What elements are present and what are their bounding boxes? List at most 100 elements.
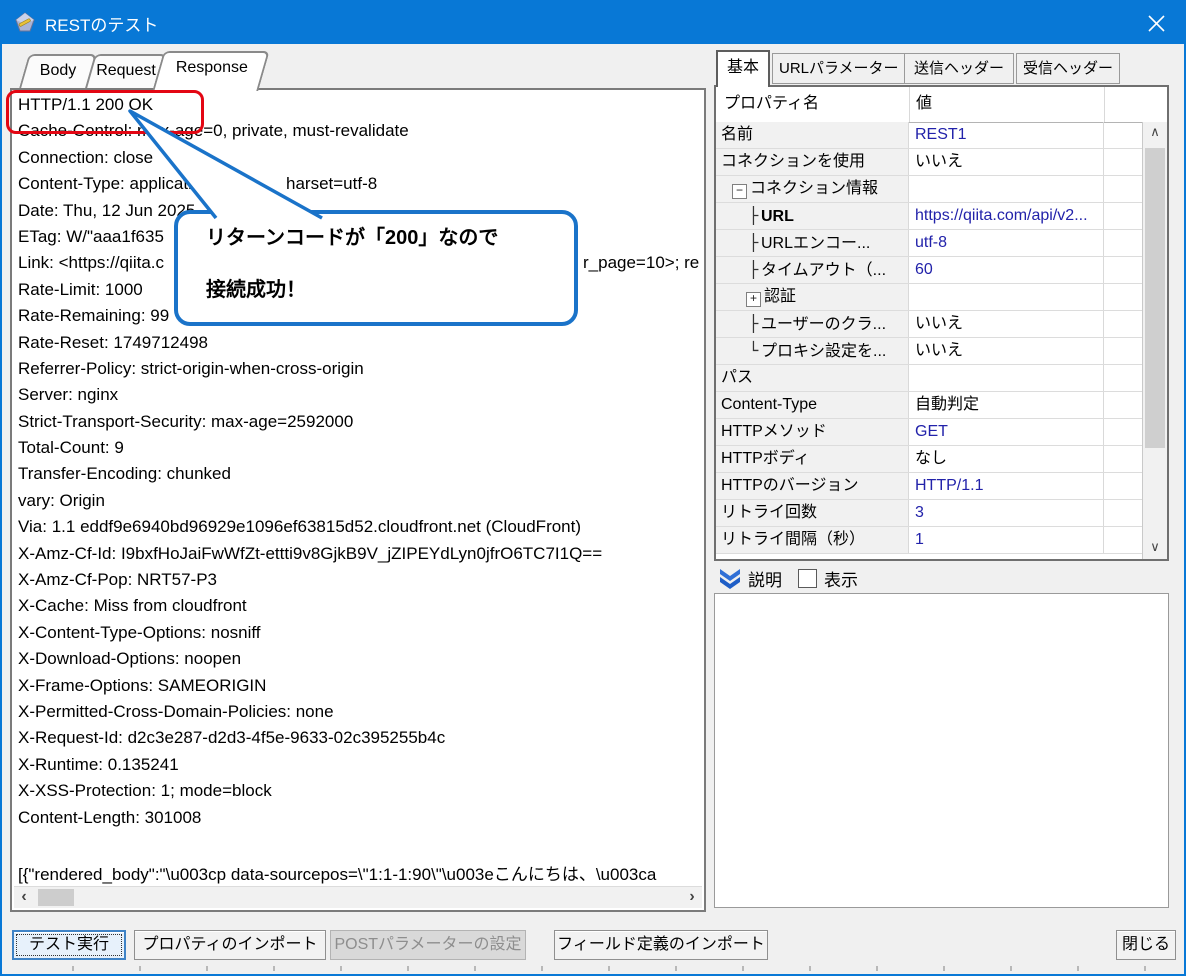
table-row[interactable]: コネクションを使用いいえ	[716, 149, 1143, 176]
response-line: Transfer-Encoding: chunked	[18, 464, 702, 490]
property-value[interactable]	[910, 365, 1104, 391]
property-value[interactable]: HTTP/1.1	[910, 473, 1104, 499]
properties-panel: 基本 URLパラメーター 送信ヘッダー 受信ヘッダー プロパティ名 値 名前RE…	[714, 44, 1169, 912]
tab-receive-headers[interactable]: 受信ヘッダー	[1016, 53, 1120, 84]
property-value[interactable]: REST1	[910, 122, 1104, 148]
table-row[interactable]: HTTPメソッド GET	[716, 419, 1143, 446]
tab-url-parameters[interactable]: URLパラメーター	[772, 53, 906, 84]
response-line: Referrer-Policy: strict-origin-when-cros…	[18, 359, 702, 385]
close-button[interactable]	[1132, 2, 1180, 44]
scroll-left-icon[interactable]: ‹	[14, 887, 34, 908]
table-row[interactable]: −コネクション情報	[716, 176, 1143, 203]
property-name-cell: Content-Type	[716, 392, 909, 418]
property-name-cell: パス	[716, 365, 909, 391]
table-row[interactable]: ├URLhttps://qiita.com/api/v2...	[716, 203, 1143, 230]
property-value[interactable]: いいえ	[910, 338, 1104, 364]
property-name: リトライ回数	[721, 504, 817, 521]
table-row[interactable]: リトライ回数 3	[716, 500, 1143, 527]
table-row[interactable]: リトライ間隔（秒）1	[716, 527, 1143, 554]
property-name-cell: └プロキシ設定を...	[716, 338, 909, 364]
property-value[interactable]: 1	[910, 527, 1104, 553]
tab-response[interactable]: Response	[152, 51, 269, 91]
property-name: タイムアウト（...	[761, 262, 886, 279]
table-row[interactable]: +認証	[716, 284, 1143, 311]
table-row[interactable]: パス	[716, 365, 1143, 392]
table-row[interactable]: HTTPボディなし	[716, 446, 1143, 473]
property-name: プロキシ設定を...	[761, 343, 886, 360]
scroll-up-icon[interactable]: ∧	[1143, 122, 1167, 144]
property-name-cell: 名前	[716, 122, 909, 148]
response-line: X-Cache: Miss from cloudfront	[18, 596, 702, 622]
property-name: パス	[721, 369, 753, 386]
response-line: Cache-Control: max-age=0, private, must-…	[18, 121, 702, 147]
property-name-cell: +認証	[716, 284, 909, 310]
property-name: 名前	[721, 126, 753, 143]
tree-line-icon: ├	[746, 230, 761, 256]
description-textarea[interactable]	[714, 593, 1169, 908]
tab-send-headers[interactable]: 送信ヘッダー	[904, 53, 1014, 84]
row-end-cell	[1105, 446, 1143, 472]
property-value[interactable]: 60	[910, 257, 1104, 283]
tree-line-icon: └	[746, 338, 761, 364]
table-row[interactable]: ├タイムアウト（...60	[716, 257, 1143, 284]
response-line: Via: 1.1 eddf9e6940bd96929e1096ef63815d5…	[18, 517, 702, 543]
import-field-definitions-button[interactable]: フィールド定義のインポート	[554, 930, 768, 960]
property-name: URLエンコー...	[761, 235, 870, 252]
app-icon	[14, 12, 36, 34]
property-value[interactable]: utf-8	[910, 230, 1104, 256]
double-chevron-down-icon[interactable]	[718, 569, 742, 589]
response-line: vary: Origin	[18, 491, 702, 517]
table-row[interactable]: Content-Type自動判定	[716, 392, 1143, 419]
response-line: Rate-Reset: 1749712498	[18, 333, 702, 359]
property-value[interactable]: 自動判定	[910, 392, 1104, 418]
property-name-cell: ├URL	[716, 203, 909, 229]
tree-line-icon: ├	[746, 311, 761, 337]
close-dialog-button[interactable]: 閉じる	[1116, 930, 1176, 960]
property-value[interactable]: GET	[910, 419, 1104, 445]
horizontal-scrollbar[interactable]: ‹ ›	[14, 886, 702, 908]
property-value[interactable]: いいえ	[910, 149, 1104, 175]
property-name-cell: ├ユーザーのクラ...	[716, 311, 909, 337]
row-end-cell	[1105, 149, 1143, 175]
row-end-cell	[1105, 365, 1143, 391]
property-value[interactable]	[910, 284, 1104, 310]
vertical-scrollbar-thumb[interactable]	[1145, 148, 1165, 448]
property-value[interactable]: 3	[910, 500, 1104, 526]
expand-icon[interactable]: +	[746, 292, 761, 307]
response-line: X-Amz-Cf-Id: I9bxfHoJaiFwWfZt-ettti9v8Gj…	[18, 544, 702, 570]
response-line: HTTP/1.1 200 OK	[18, 95, 702, 121]
response-line: X-Permitted-Cross-Domain-Policies: none	[18, 702, 702, 728]
table-row[interactable]: ├ユーザーのクラ...いいえ	[716, 311, 1143, 338]
description-header: 説明 表示	[714, 565, 858, 592]
vertical-scrollbar[interactable]: ∧ ∨	[1142, 122, 1167, 559]
ruler-ticks	[72, 966, 1174, 971]
row-end-cell	[1105, 338, 1143, 364]
property-name-cell: リトライ間隔（秒）	[716, 527, 909, 553]
response-line: X-XSS-Protection: 1; mode=block	[18, 781, 702, 807]
collapse-icon[interactable]: −	[732, 184, 747, 199]
property-value[interactable]: なし	[910, 446, 1104, 472]
horizontal-scrollbar-thumb[interactable]	[38, 889, 74, 906]
scroll-right-icon[interactable]: ›	[682, 887, 702, 908]
property-name: コネクション情報	[750, 180, 878, 197]
tab-body[interactable]: Body	[19, 54, 97, 88]
property-value[interactable]	[910, 176, 1104, 202]
tab-basic[interactable]: 基本	[716, 50, 770, 87]
response-line: Strict-Transport-Security: max-age=25920…	[18, 412, 702, 438]
property-name: HTTPメソッド	[721, 423, 827, 440]
window-title: RESTのテスト	[45, 11, 158, 36]
show-checkbox[interactable]	[798, 569, 817, 588]
table-row[interactable]: HTTPのバージョンHTTP/1.1	[716, 473, 1143, 500]
run-test-button[interactable]: テスト実行	[12, 930, 126, 960]
title-bar: RESTのテスト	[2, 2, 1184, 44]
import-properties-button[interactable]: プロパティのインポート	[134, 930, 326, 960]
property-value[interactable]: https://qiita.com/api/v2...	[910, 203, 1104, 229]
column-header-name: プロパティ名	[724, 87, 819, 121]
dialog-body: Body Request Response HTTP/1.1 200 OKCac…	[2, 44, 1184, 974]
table-row[interactable]: └プロキシ設定を...いいえ	[716, 338, 1143, 365]
set-post-parameters-button[interactable]: POSTパラメーターの設定	[330, 930, 526, 960]
scroll-down-icon[interactable]: ∨	[1143, 537, 1167, 559]
table-row[interactable]: 名前 REST1	[716, 122, 1143, 149]
table-row[interactable]: ├URLエンコー... utf-8	[716, 230, 1143, 257]
property-value[interactable]: いいえ	[910, 311, 1104, 337]
